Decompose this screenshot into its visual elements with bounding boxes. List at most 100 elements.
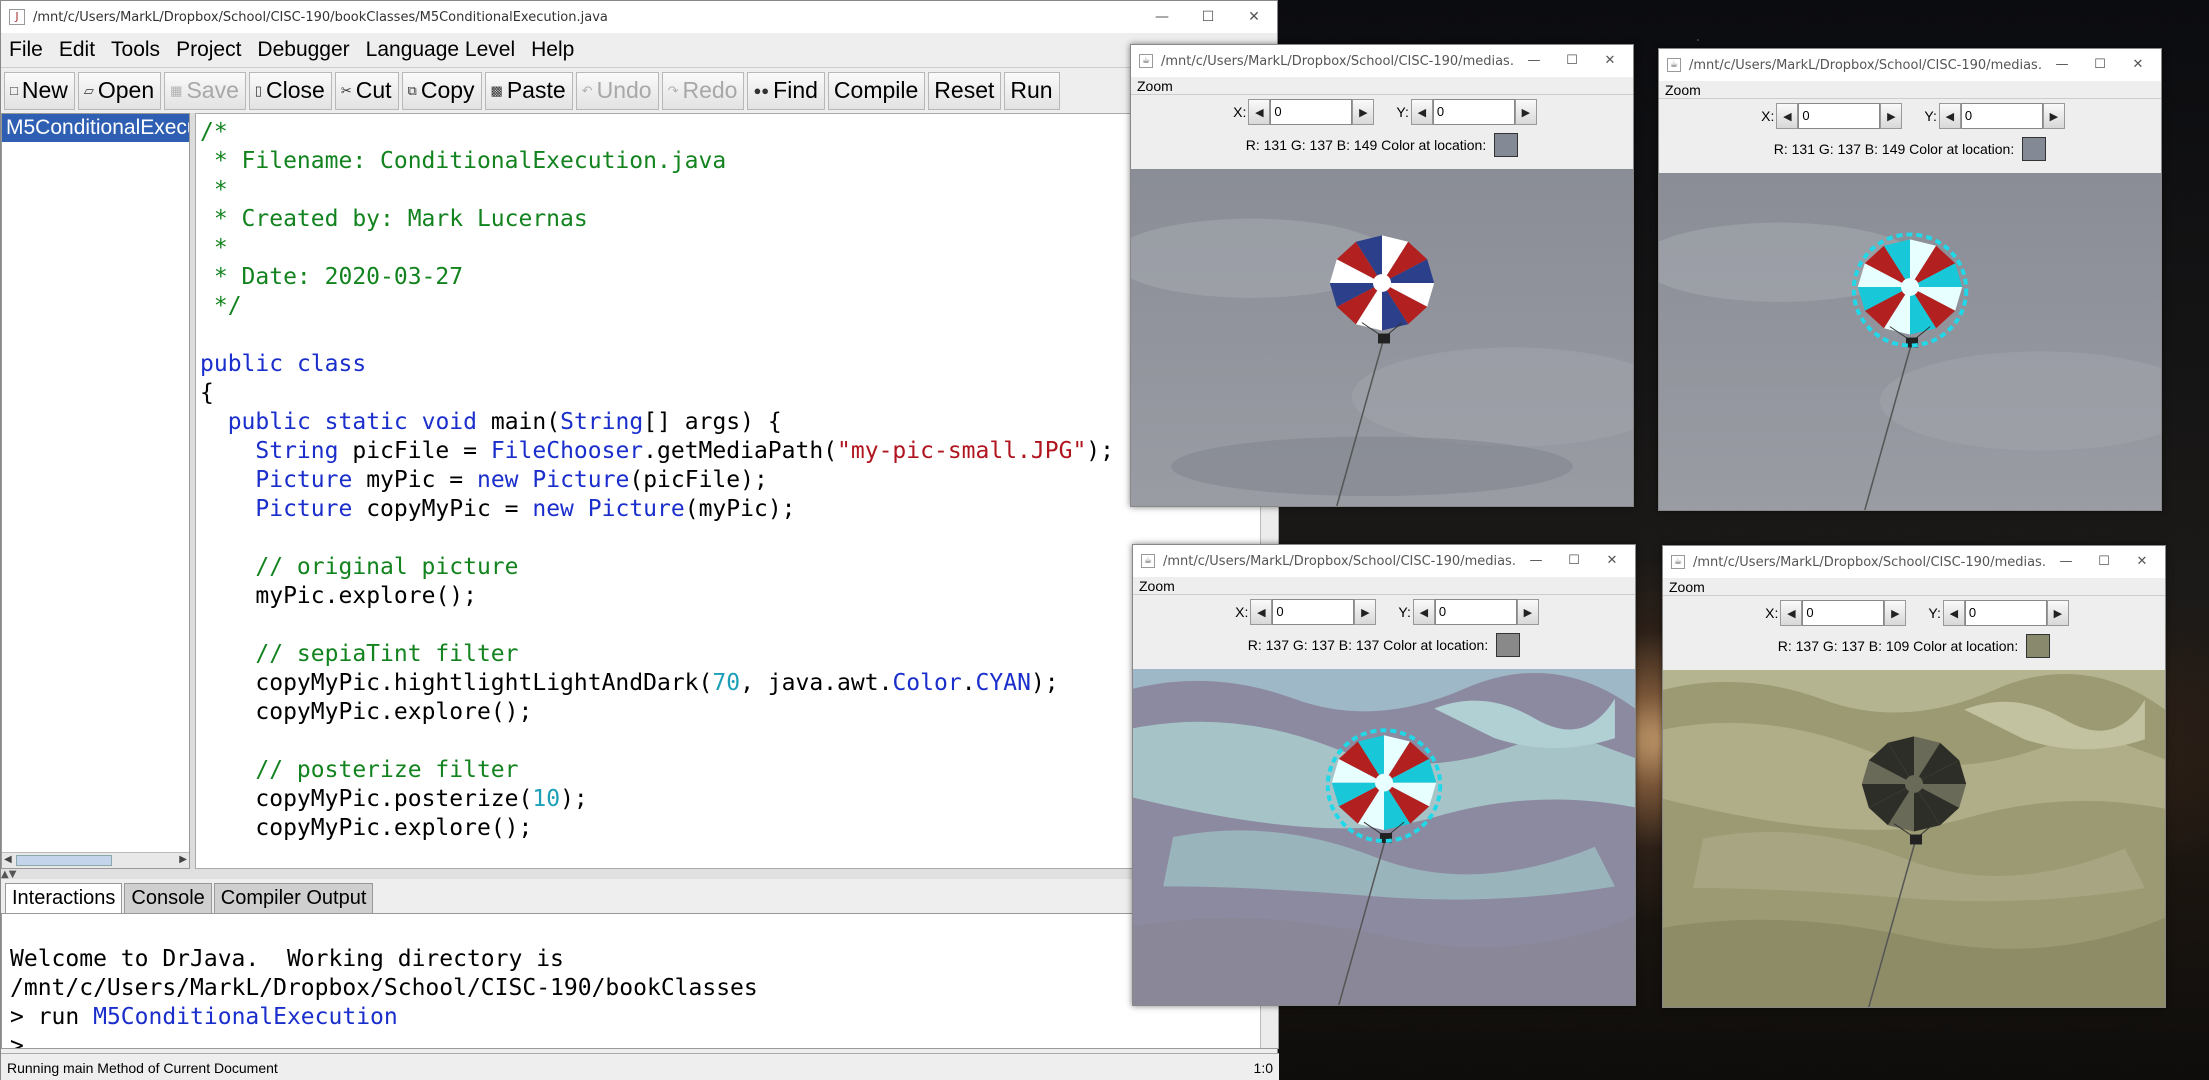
close-button[interactable]: ▯ Close — [248, 71, 332, 110]
minimize-icon[interactable]: — — [2047, 546, 2085, 578]
x-input[interactable]: 0 — [1272, 599, 1355, 625]
x-next-button[interactable]: ▶ — [1880, 103, 1903, 129]
compile-button[interactable]: Compile — [827, 71, 926, 110]
code-line: myPic.explore(); — [255, 583, 477, 609]
maximize-icon[interactable]: ☐ — [2085, 546, 2123, 578]
y-input[interactable]: 0 — [1432, 99, 1515, 125]
maximize-icon[interactable]: ☐ — [2081, 49, 2119, 81]
x-prev-button[interactable]: ◀ — [1776, 103, 1799, 129]
close-icon[interactable]: ✕ — [1591, 45, 1629, 77]
x-prev-button[interactable]: ◀ — [1248, 99, 1271, 125]
undo-button[interactable]: ↶ Undo — [575, 71, 659, 110]
minimize-icon[interactable]: — — [1515, 45, 1553, 77]
undo-label: Undo — [596, 77, 652, 103]
close-icon[interactable]: ✕ — [2119, 49, 2157, 81]
picture-canvas[interactable] — [1131, 169, 1633, 506]
minimize-icon[interactable]: — — [1517, 545, 1555, 577]
x-next-button[interactable]: ▶ — [1884, 600, 1907, 626]
tab-console[interactable]: Console — [124, 883, 212, 913]
maximize-icon[interactable]: ☐ — [1553, 45, 1591, 77]
interactions-pane[interactable]: Welcome to DrJava. Working directory is /… — [1, 913, 1279, 1049]
zoom-menu[interactable]: Zoom — [1131, 77, 1633, 95]
color-swatch — [1496, 633, 1521, 657]
picture-canvas[interactable] — [1133, 669, 1635, 1005]
zoom-menu[interactable]: Zoom — [1663, 578, 2165, 596]
console-prompt-line[interactable]: > — [10, 1032, 1278, 1048]
y-next-button[interactable]: ▶ — [1514, 99, 1537, 125]
x-next-button[interactable]: ▶ — [1352, 99, 1375, 125]
reset-button[interactable]: Reset — [928, 71, 1002, 110]
menu-tools[interactable]: Tools — [103, 38, 168, 62]
code-editor[interactable]: /* * Filename: ConditionalExecution.java… — [195, 113, 1279, 869]
close-icon[interactable]: ✕ — [1231, 1, 1277, 33]
x-prev-button[interactable]: ◀ — [1250, 599, 1273, 625]
tab-interactions[interactable]: Interactions — [5, 883, 123, 913]
menu-project[interactable]: Project — [168, 38, 249, 62]
y-prev-button[interactable]: ◀ — [1938, 103, 1961, 129]
x-input[interactable]: 0 — [1798, 103, 1881, 129]
scroll-right-icon[interactable]: ▶ — [179, 854, 187, 865]
y-next-button[interactable]: ▶ — [2046, 600, 2069, 626]
document-item[interactable]: M5ConditionalExecution — [2, 114, 189, 142]
picture-canvas[interactable] — [1659, 173, 2161, 510]
binoculars-icon: ●● — [753, 83, 770, 98]
explorer-titlebar[interactable]: ☕ /mnt/c/Users/MarkL/Dropbox/School/CISC-… — [1133, 545, 1635, 577]
split-divider[interactable]: ▲▼ — [1, 869, 1279, 880]
y-next-button[interactable]: ▶ — [2042, 103, 2065, 129]
menu-file[interactable]: File — [1, 38, 51, 62]
redo-button[interactable]: ↷ Redo — [661, 71, 745, 110]
new-button[interactable]: □ New — [4, 71, 75, 110]
paste-button[interactable]: ▩ Paste — [484, 71, 573, 110]
code-text[interactable]: /* * Filename: ConditionalExecution.java… — [196, 114, 1278, 843]
minimize-icon[interactable]: — — [1139, 1, 1185, 33]
rgb-text: R: 137 G: 137 B: 137 Color at location: — [1247, 637, 1489, 653]
explorer-titlebar[interactable]: ☕ /mnt/c/Users/MarkL/Dropbox/School/CISC-… — [1663, 546, 2165, 578]
menu-language-level[interactable]: Language Level — [358, 38, 523, 62]
menu-edit[interactable]: Edit — [51, 38, 103, 62]
compile-label: Compile — [833, 77, 919, 103]
cut-button[interactable]: ✂ Cut — [334, 71, 399, 110]
explorer-titlebar[interactable]: ☕ /mnt/c/Users/MarkL/Dropbox/School/CISC-… — [1131, 45, 1633, 77]
y-prev-button[interactable]: ◀ — [1942, 600, 1965, 626]
scroll-thumb[interactable] — [16, 855, 112, 866]
y-prev-button[interactable]: ◀ — [1410, 99, 1433, 125]
minimize-icon[interactable]: — — [2043, 49, 2081, 81]
copy-button[interactable]: ⧉ Copy — [401, 71, 482, 110]
reset-label: Reset — [934, 77, 995, 103]
menu-debugger[interactable]: Debugger — [249, 38, 357, 62]
console-line: > run M5ConditionalExecution — [10, 1003, 1278, 1032]
toolbar: □ New ▱ Open ▦ Save ▯ Close ✂ Cut ⧉ Copy ▩ Past… — [1, 67, 1277, 113]
maximize-icon[interactable]: ☐ — [1555, 545, 1593, 577]
close-icon[interactable]: ✕ — [1593, 545, 1631, 577]
find-button[interactable]: ●● Find — [747, 71, 825, 110]
y-input[interactable]: 0 — [1960, 103, 2043, 129]
x-next-button[interactable]: ▶ — [1354, 599, 1377, 625]
close-icon[interactable]: ✕ — [2123, 546, 2161, 578]
drjava-icon: J — [9, 9, 25, 25]
maximize-icon[interactable]: ☐ — [1185, 1, 1231, 33]
zoom-menu[interactable]: Zoom — [1133, 577, 1635, 595]
y-input[interactable]: 0 — [1964, 600, 2047, 626]
run-button[interactable]: Run — [1004, 71, 1060, 110]
document-list-scrollbar[interactable]: ◀ ▶ — [2, 852, 189, 868]
tab-compiler-output[interactable]: Compiler Output — [213, 883, 374, 913]
open-button[interactable]: ▱ Open — [77, 71, 162, 110]
window-titlebar[interactable]: J /mnt/c/Users/MarkL/Dropbox/School/CISC… — [1, 1, 1277, 33]
x-prev-button[interactable]: ◀ — [1780, 600, 1803, 626]
explorer-title: /mnt/c/Users/MarkL/Dropbox/School/CISC-1… — [1689, 57, 2051, 73]
y-next-button[interactable]: ▶ — [1516, 599, 1539, 625]
menu-help[interactable]: Help — [523, 38, 582, 62]
save-button[interactable]: ▦ Save — [164, 71, 246, 110]
close-file-icon: ▯ — [254, 82, 263, 98]
scroll-left-icon[interactable]: ◀ — [4, 854, 12, 865]
x-input[interactable]: 0 — [1802, 600, 1885, 626]
y-prev-button[interactable]: ◀ — [1412, 599, 1435, 625]
x-input[interactable]: 0 — [1270, 99, 1353, 125]
y-input[interactable]: 0 — [1434, 599, 1517, 625]
zoom-menu[interactable]: Zoom — [1659, 81, 2161, 99]
new-file-icon: □ — [10, 83, 18, 98]
explorer-titlebar[interactable]: ☕ /mnt/c/Users/MarkL/Dropbox/School/CISC-… — [1659, 49, 2161, 81]
color-readout: R: 137 G: 137 B: 109 Color at location: — [1663, 630, 2165, 662]
picture-canvas[interactable] — [1663, 670, 2165, 1007]
